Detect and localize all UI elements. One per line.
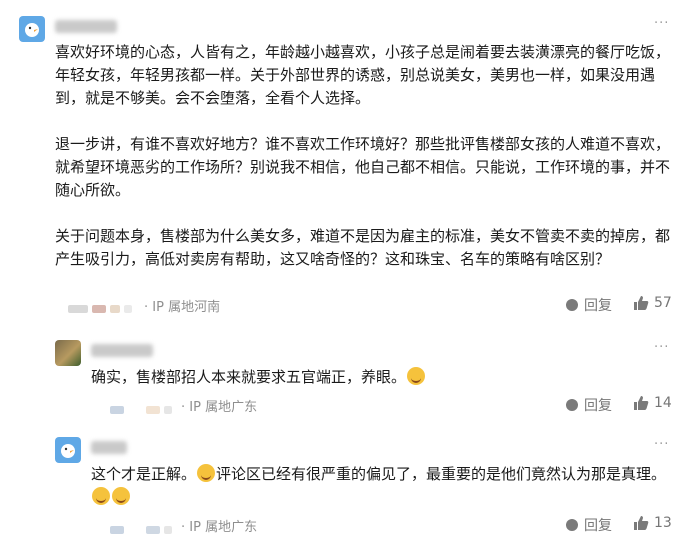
reply-bubble-icon xyxy=(566,399,578,411)
comment-text-paragraph: 退一步讲，有谁不喜欢好地方？谁不喜欢工作环境好？那些批评售楼部女孩的人难道不喜欢… xyxy=(55,135,671,199)
laughing-emoji-icon xyxy=(407,367,426,385)
username-blurred[interactable] xyxy=(55,20,117,33)
reply-text: 这个才是正解。 评论区已经有很严重的偏见了，最重要的是他们竟然认为那是真理。 xyxy=(91,463,671,509)
more-dots-icon[interactable]: ··· xyxy=(654,437,669,452)
comment-text-paragraph: 关于问题本身，售楼部为什么美女多，难道不是因为雇主的标准，美女不管卖不卖的掉房，… xyxy=(55,227,671,268)
reply-button[interactable]: 回复 xyxy=(565,515,612,535)
user-avatar[interactable] xyxy=(55,340,81,366)
reply-button[interactable]: 回复 xyxy=(565,395,612,415)
comment-text-paragraph: 喜欢好环境的心态，人皆有之，年龄越小越喜欢，小孩子总是闹着要去装潢漂亮的餐厅吃饭… xyxy=(55,43,671,107)
like-button[interactable]: 13 xyxy=(633,515,672,531)
reply-label: 回复 xyxy=(584,298,612,314)
ip-location: · IP 属地河南 xyxy=(144,300,221,315)
reply-label: 回复 xyxy=(584,398,612,414)
ip-location: · IP 属地广东 xyxy=(181,520,258,535)
more-dots-icon[interactable]: ··· xyxy=(654,340,669,355)
reply-bubble-icon xyxy=(566,299,578,311)
reply-text-content: 这个才是正解。 xyxy=(91,465,197,483)
badge-blurred xyxy=(110,526,172,534)
username-blurred[interactable] xyxy=(91,344,153,357)
reply-bubble-icon xyxy=(566,519,578,531)
user-avatar[interactable] xyxy=(55,437,81,463)
like-count: 57 xyxy=(654,295,672,311)
thumbs-up-icon xyxy=(634,396,649,410)
badge-blurred xyxy=(110,406,172,414)
like-button[interactable]: 57 xyxy=(633,295,672,311)
badge-blurred xyxy=(68,305,132,313)
ip-location: · IP 属地广东 xyxy=(181,400,258,415)
laughing-emoji-icon xyxy=(112,487,130,505)
like-count: 14 xyxy=(654,395,672,411)
avatar-bird-icon xyxy=(25,23,39,37)
username-blurred[interactable] xyxy=(91,441,127,454)
like-button[interactable]: 14 xyxy=(633,395,672,411)
thumbs-up-icon xyxy=(634,296,649,310)
reply-text-content: 确实，售楼部招人本来就要求五官端正，养眼。 xyxy=(91,368,407,386)
like-count: 13 xyxy=(654,515,672,531)
reply-text: 确实，售楼部招人本来就要求五官端正，养眼。 xyxy=(91,366,426,389)
user-avatar[interactable] xyxy=(19,16,45,42)
reply-label: 回复 xyxy=(584,518,612,534)
reply-button[interactable]: 回复 xyxy=(565,295,612,315)
thumbs-up-icon xyxy=(634,516,649,530)
laughing-emoji-icon xyxy=(197,464,216,482)
reply-text-content: 评论区已经有很严重的偏见了，最重要的是他们竟然认为那是真理。 xyxy=(216,465,667,483)
avatar-bird-icon xyxy=(61,444,75,458)
laughing-emoji-icon xyxy=(92,487,110,505)
more-dots-icon[interactable]: ··· xyxy=(654,16,669,31)
